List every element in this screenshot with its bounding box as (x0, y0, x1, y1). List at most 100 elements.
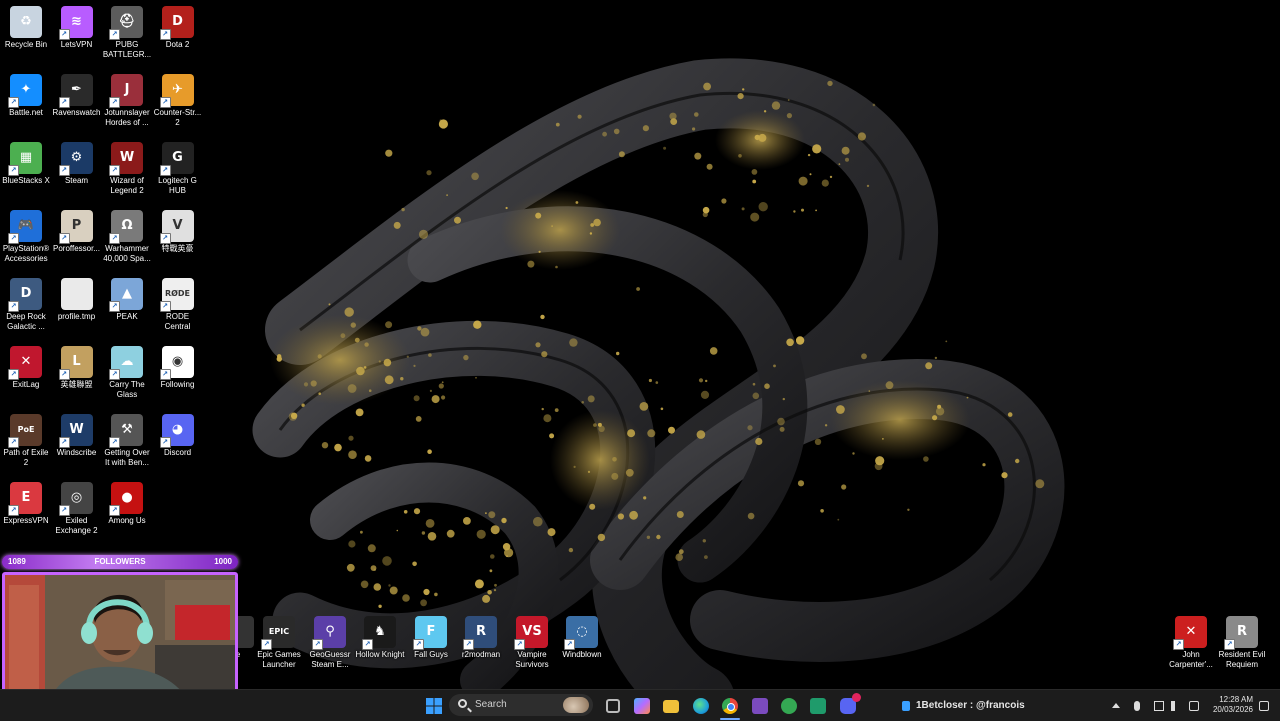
desktop-shortcut[interactable]: ♞ ↗ Hollow Knight (355, 612, 405, 660)
valorant-icon: V ↗ (159, 210, 194, 244)
desktop-shortcut[interactable]: G ↗ Logitech G HUB (153, 138, 203, 196)
now-playing-widget-text[interactable]: 1Betcloser : @francois (916, 700, 1025, 711)
xbox-icon[interactable] (781, 698, 797, 714)
shortcut-arrow-icon: ↗ (109, 505, 120, 516)
desktop-shortcut[interactable]: F ↗ Fall Guys (406, 612, 456, 660)
desktop-shortcut-label: RODE Central (164, 312, 191, 331)
poroffessor-icon: P ↗ (58, 210, 93, 244)
desktop-shortcut[interactable]: ⛑ ↗ PUBG BATTLEGR... (102, 2, 152, 60)
shortcut-arrow-icon: ↗ (8, 505, 19, 516)
logitech-icon: G ↗ (159, 142, 194, 176)
jotunnslayer-icon: J ↗ (109, 74, 143, 108)
desktop-shortcut[interactable]: ✈ ↗ Counter-Str... 2 (153, 70, 203, 128)
desktop-shortcut[interactable]: R ↗ Resident Evil Requiem (1217, 612, 1267, 670)
resident-evil-icon: R ↗ (1224, 616, 1258, 650)
desktop-shortcut[interactable]: profile.tmp (52, 274, 102, 322)
desktop-shortcut[interactable]: ◌ ↗ Windblown (557, 612, 607, 660)
desktop-shortcut[interactable]: ☁ ↗ Carry The Glass (102, 342, 152, 400)
shortcut-arrow-icon: ↗ (514, 639, 525, 650)
notification-center-icon[interactable] (1259, 701, 1269, 711)
network-icon[interactable] (1154, 701, 1164, 711)
desktop-shortcut[interactable]: EPIC ↗ Epic Games Launcher (254, 612, 304, 670)
john-carpenter-icon: ✕ ↗ (1173, 616, 1207, 650)
playstation-icon: 🎮 ↗ (8, 210, 42, 244)
desktop-shortcut[interactable]: ▲ ↗ PEAK (102, 274, 152, 322)
desktop-shortcut[interactable]: VS ↗ Vampire Survivors (507, 612, 557, 670)
widget-icon[interactable] (902, 701, 910, 711)
desktop-shortcut[interactable]: ◉ ↗ Following (153, 342, 203, 390)
file-explorer-icon[interactable] (663, 700, 679, 713)
shortcut-arrow-icon: ↗ (58, 505, 70, 516)
task-view-icon[interactable] (606, 699, 620, 713)
shortcut-arrow-icon: ↗ (8, 97, 19, 108)
desktop-shortcut[interactable]: ▦ ↗ BlueStacks X (1, 138, 51, 186)
show-hidden-icons-chevron-icon[interactable] (1112, 703, 1120, 708)
taskbar: Search 1Betcloser : @francois 12:28 AM 2… (0, 689, 1280, 721)
desktop-shortcut[interactable]: J ↗ Jotunnslayer Hordes of ... (102, 70, 152, 128)
letsvpn-icon: ≋ ↗ (58, 6, 93, 40)
system-clock[interactable]: 12:28 AM 20/03/2026 (1203, 695, 1253, 715)
shortcut-arrow-icon: ↗ (159, 437, 171, 448)
desktop-shortcut[interactable]: D ↗ Dota 2 (153, 2, 203, 50)
desktop-shortcut[interactable]: Ω ↗ Warhammer 40,000 Spa... (102, 206, 152, 264)
chrome-icon[interactable] (722, 698, 738, 714)
peak-icon: ▲ ↗ (109, 278, 143, 312)
desktop-shortcut[interactable]: ✒ ↗ Ravenswatch (52, 70, 102, 118)
desktop-shortcut[interactable]: ◎ ↗ Exiled Exchange 2 (52, 478, 102, 536)
desktop-shortcut[interactable]: ✕ ↗ John Carpenter'... (1166, 612, 1216, 670)
follower-goal-label: FOLLOWERS (94, 557, 146, 566)
start-button[interactable] (426, 698, 442, 714)
file-icon (60, 278, 93, 310)
copilot-icon[interactable] (634, 698, 650, 714)
clock-date: 20/03/2026 (1212, 705, 1253, 714)
search-placeholder: Search (475, 699, 507, 710)
desktop-shortcut[interactable]: ⚙ ↗ Steam (52, 138, 102, 186)
discord-icon: ◕ ↗ (159, 414, 194, 448)
among-us-icon: ● ↗ (109, 482, 143, 516)
desktop-shortcut-label: Following (160, 380, 195, 389)
desktop-shortcut[interactable]: 🎮 ↗ PlayStation® Accessories (1, 206, 51, 264)
desktop-shortcut[interactable]: W ↗ Wizard of Legend 2 (102, 138, 152, 196)
taskbar-search-box[interactable]: Search (449, 694, 593, 716)
desktop-shortcut[interactable]: D ↗ Deep Rock Galactic ... (1, 274, 51, 332)
app-green-icon[interactable] (810, 698, 826, 714)
getting-over-it-icon: ⚒ ↗ (109, 414, 143, 448)
desktop-shortcut-label: Logitech G HUB (158, 176, 197, 195)
desktop-shortcut[interactable]: R ↗ r2modman (456, 612, 506, 660)
desktop-shortcut[interactable]: ⚒ ↗ Getting Over It with Ben... (102, 410, 152, 468)
desktop-shortcut-label: Poroffessor... (53, 244, 100, 253)
desktop-shortcut[interactable]: RØDE ↗ RODE Central (153, 274, 203, 332)
shortcut-arrow-icon: ↗ (58, 369, 70, 380)
desktop-shortcut-label: GeoGuessr Steam E... (309, 650, 351, 669)
desktop-shortcut-label: Carry The Glass (109, 380, 145, 399)
desktop-shortcut[interactable]: ✦ ↗ Battle.net (1, 70, 51, 118)
desktop-shortcut[interactable]: PoE ↗ Path of Exile 2 (1, 410, 51, 468)
volume-icon[interactable] (1171, 701, 1181, 711)
desktop-shortcut[interactable]: ✕ ↗ ExitLag (1, 342, 51, 390)
microphone-icon[interactable] (1134, 701, 1140, 711)
follower-goal-target: 1000 (214, 557, 232, 566)
discord-taskbar-icon[interactable] (840, 693, 861, 714)
desktop-shortcut[interactable]: V ↗ 特戰英豪 (153, 206, 203, 254)
desktop-shortcut[interactable]: W ↗ Windscribe (52, 410, 102, 458)
obs-icon[interactable] (752, 698, 768, 714)
desktop-shortcut[interactable]: ⚲ ↗ GeoGuessr Steam E... (305, 612, 355, 670)
desktop-shortcut[interactable]: L ↗ 英雄聯盟 (52, 342, 102, 390)
desktop-shortcut[interactable]: ♻ Recycle Bin (1, 2, 51, 50)
desktop-shortcut-label: Fall Guys (414, 650, 448, 659)
wizard-of-legend-icon: W ↗ (109, 142, 143, 176)
desktop-shortcut[interactable]: ≋ ↗ LetsVPN (52, 2, 102, 50)
rode-icon: RØDE ↗ (159, 278, 194, 312)
desktop-shortcut-label: Exiled Exchange 2 (55, 516, 98, 535)
expressvpn-icon: E ↗ (8, 482, 42, 516)
desktop-shortcut[interactable]: E ↗ ExpressVPN (1, 478, 51, 526)
steam-icon: ⚙ ↗ (58, 142, 93, 176)
desktop-shortcut-label: PlayStation® Accessories (2, 244, 50, 263)
desktop-shortcut[interactable]: ● ↗ Among Us (102, 478, 152, 526)
battery-icon[interactable] (1189, 701, 1199, 711)
desktop-shortcut[interactable]: ◕ ↗ Discord (153, 410, 203, 458)
shortcut-arrow-icon: ↗ (463, 639, 474, 650)
desktop-shortcut[interactable]: P ↗ Poroffessor... (52, 206, 102, 254)
edge-icon[interactable] (693, 698, 709, 714)
shortcut-arrow-icon: ↗ (159, 165, 171, 176)
